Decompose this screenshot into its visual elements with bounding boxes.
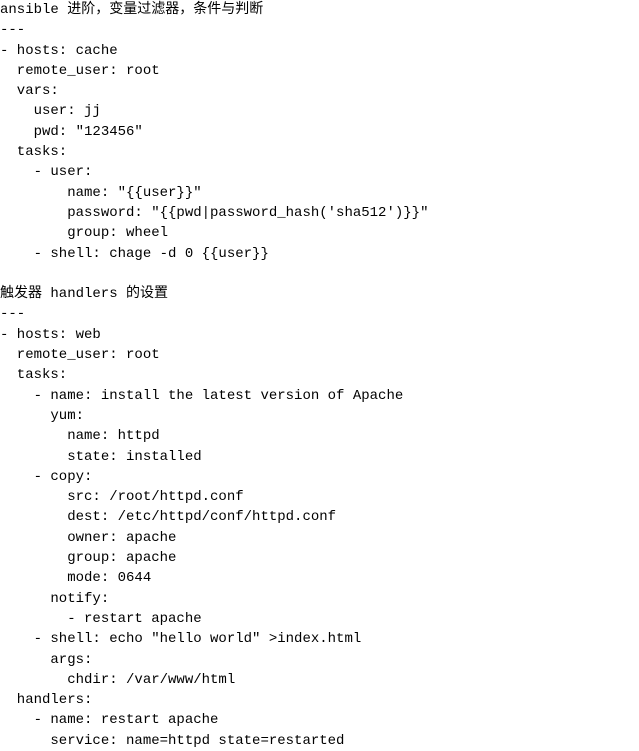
code-block: ansible 进阶，变量过滤器，条件与判断 --- - hosts: cach…: [0, 0, 639, 751]
document-content: ansible 进阶，变量过滤器，条件与判断 --- - hosts: cach…: [0, 0, 639, 751]
